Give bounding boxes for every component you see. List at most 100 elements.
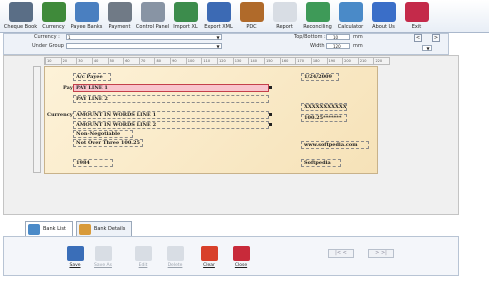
amount-line-1-field[interactable]: AMOUNT IN WORDS LINE 1 [73,111,269,119]
ruler-tick: 130 [232,58,249,64]
signatory-field[interactable]: Softpedia [301,159,341,167]
currency-label: Currency : [34,34,60,40]
pager-next[interactable]: > >| [368,249,394,258]
ruler-tick: 140 [248,58,264,64]
toolbar-button-currency[interactable]: Currency [37,0,70,33]
currency-select-value: 1 [68,35,71,40]
toolbar-button-payee-banks[interactable]: Payee Banks [70,0,103,33]
date-field[interactable]: 1/24/2009 [301,73,339,81]
import-excel-icon [173,2,198,22]
payee-banks-icon [74,2,99,22]
toolbar-label: Payment [108,24,131,30]
pay-line-2-field[interactable]: PAY LINE 2 [73,95,269,103]
top-bottom-unit: mm [353,34,363,40]
save-icon [66,246,84,261]
cheque-number-field[interactable]: 1984 [73,159,113,167]
ruler-tick: 70 [138,58,155,64]
ruler-tick: 20 [60,58,77,64]
under-group-select[interactable]: ▼ [66,43,222,49]
toolbar-label: Calculator [337,24,364,30]
prev-button[interactable]: < [414,34,422,42]
edit-label: Edit [138,263,148,268]
ruler-tick: 80 [154,58,170,64]
layout-select[interactable]: ▼ [422,45,432,51]
toolbar-label: Payee Banks [70,24,103,30]
account-number-field[interactable]: XXXXXXXXXXX [301,103,347,111]
toolbar-label: Currency [42,24,65,30]
bank-list-icon [28,223,40,235]
currency-select[interactable]: 1 ▼ [66,34,222,40]
resize-handle[interactable] [269,113,272,116]
width-input[interactable]: 120 [326,43,350,49]
ruler-tick: 100 [185,58,202,64]
pay-label: Pay [63,85,73,91]
toolbar-button-report[interactable]: Report [268,0,301,33]
save-as-button[interactable]: Save As [92,246,114,268]
amount-figures-field[interactable]: 100.25******* [301,114,347,122]
ruler-tick: 10 [45,58,61,64]
ruler-tick: 50 [107,58,124,64]
toolbar-label: About Us [372,24,395,30]
exit-icon [404,2,429,22]
bottom-tabs: Bank List Bank Details [25,221,133,236]
ruler-tick: 180 [310,58,327,64]
ruler-tick: 200 [342,58,358,64]
ruler-tick: 210 [357,58,374,64]
edit-button[interactable]: Edit [132,246,154,268]
resize-handle[interactable] [269,86,272,89]
toolbar-button-reconciling[interactable]: Reconciling [301,0,334,33]
website-field[interactable]: www.softpedia.com [301,141,369,149]
save-as-icon [94,246,112,261]
toolbar-button-export-xml[interactable]: Export XML [202,0,235,33]
toolbar-label: Import XL [173,24,198,30]
under-group-label: Under Group : [32,43,68,49]
not-over-field[interactable]: Not Over Three 100.25 [73,139,143,147]
toolbar-button-import-xl[interactable]: Import XL [169,0,202,33]
horizontal-ruler: 10 20 30 40 50 60 70 80 90 100 110 120 130 140 150 160 1… [44,57,390,65]
pay-line-1-field[interactable]: PAY LINE 1 [73,84,269,92]
toolbar-button-cheque-book[interactable]: Cheque Book [4,0,37,33]
toolbar-button-exit[interactable]: Exit [400,0,433,33]
tab-bank-details[interactable]: Bank Details [75,221,133,236]
close-icon [232,246,250,261]
delete-button[interactable]: Delete [164,246,186,268]
delete-icon [166,246,184,261]
save-button[interactable]: Save [64,246,86,268]
next-button[interactable]: > [432,34,440,42]
close-button[interactable]: Close [230,246,252,268]
non-negotiable-field[interactable]: Non-Negotiable [73,130,133,138]
tab-bank-list[interactable]: Bank List [25,221,73,236]
top-bottom-label: Top/Bottom : [294,34,326,40]
save-as-label: Save As [94,263,112,268]
export-xml-icon [206,2,231,22]
resize-handle[interactable] [269,123,272,126]
toolbar-button-pdc[interactable]: PDC [235,0,268,33]
currency-label-cheque: Currency [47,112,73,118]
calculator-icon [338,2,363,22]
ruler-tick: 60 [123,58,139,64]
save-label: Save [69,263,81,268]
toolbar-label: Reconciling [303,24,332,30]
ruler-tick: 40 [91,58,108,64]
top-bottom-input[interactable]: 10 [326,34,350,40]
ac-payee-field[interactable]: A/c Payee [73,73,111,81]
amount-line-2-field[interactable]: AMOUNT IN WORDS LINE 2 [73,121,269,129]
chevron-down-icon: ▼ [216,44,220,49]
ruler-tick: 170 [295,58,311,64]
toolbar-button-about-us[interactable]: About Us [367,0,400,33]
toolbar-label: Export XML [204,24,233,30]
top-bottom-value: 10 [333,35,339,40]
cheque-book-icon [8,2,33,22]
toolbar-button-payment[interactable]: Payment [103,0,136,33]
chevron-down-icon: ▼ [216,35,220,40]
pager-prev[interactable]: |< < [328,249,354,258]
ruler-tick: 160 [279,58,296,64]
toolbar-button-control-panel[interactable]: Control Panel [136,0,169,33]
report-icon [272,2,297,22]
clear-button[interactable]: Clear [198,246,220,268]
ruler-tick: 190 [326,58,343,64]
toolbar-button-calculator[interactable]: Calculator [334,0,367,33]
cheque-layout: A/c Payee 1/24/2009 Pay PAY LINE 1 PAY L… [44,66,378,174]
about-us-icon [371,2,396,22]
filter-panel: Currency : 1 ▼ Under Group : ▼ Top/Botto… [3,33,449,55]
